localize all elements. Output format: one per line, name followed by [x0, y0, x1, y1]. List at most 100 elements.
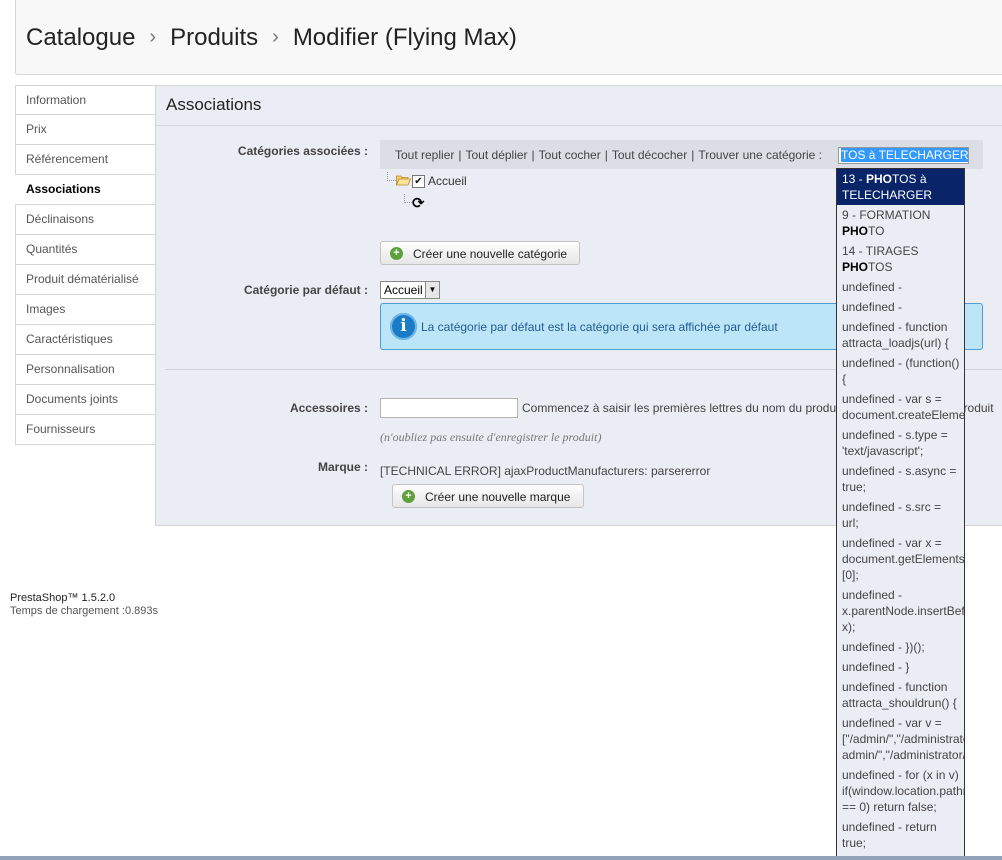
autocomplete-item-text: undefined -	[842, 280, 903, 294]
brand-label: Marque :	[317, 460, 368, 474]
autocomplete-item[interactable]: 9 - FORMATION PHOTO	[837, 205, 964, 241]
expand-all-link[interactable]: Tout déplier	[466, 148, 528, 162]
create-category-label: Créer une nouvelle catégorie	[413, 247, 568, 261]
autocomplete-item-text: undefined - (function() {	[842, 356, 960, 386]
folder-open-icon[interactable]	[396, 174, 411, 186]
autocomplete-item-text: undefined - }	[842, 660, 910, 674]
tab-referencement[interactable]: Référencement	[15, 145, 156, 175]
tab-personnalisation[interactable]: Personnalisation	[15, 355, 156, 385]
autocomplete-item-match: PHO	[842, 224, 869, 238]
tab-prix[interactable]: Prix	[15, 115, 156, 145]
category-autocomplete-list: 13 - PHOTOS à TELECHARGER 9 - FORMATION P…	[836, 168, 965, 860]
breadcrumb-produits[interactable]: Produits	[170, 24, 258, 52]
category-checkbox-accueil[interactable]: ✔	[412, 175, 425, 188]
tab-images[interactable]: Images	[15, 295, 156, 325]
find-category-input[interactable]: TOS à TELECHARGER	[838, 147, 969, 164]
autocomplete-item-text: 9 - FORMATION	[842, 208, 931, 222]
tab-information[interactable]: Information	[15, 85, 156, 115]
dropdown-arrow-icon[interactable]: ▼	[425, 282, 439, 298]
autocomplete-item[interactable]: undefined - var v = ["/admin/","/adminis…	[837, 713, 964, 765]
footer-version: PrestaShop™ 1.5.2.0	[10, 592, 116, 604]
autocomplete-item-text: undefined - s.src = url;	[842, 500, 942, 530]
breadcrumb-separator-icon: ›	[272, 25, 279, 48]
tab-associations[interactable]: Associations	[15, 175, 156, 205]
autocomplete-item[interactable]: 13 - PHOTOS à TELECHARGER	[837, 169, 964, 205]
brand-error-text: [TECHNICAL ERROR] ajaxProductManufacture…	[380, 464, 711, 478]
autocomplete-item[interactable]: undefined - s.src = url;	[837, 497, 964, 533]
autocomplete-item[interactable]: undefined -	[837, 277, 964, 297]
autocomplete-item-rest: TOS	[868, 260, 893, 274]
uncheck-all-link[interactable]: Tout décocher	[612, 148, 687, 162]
autocomplete-item-text: undefined - function attracta_shouldrun(…	[842, 680, 957, 710]
autocomplete-item[interactable]: undefined - return true;	[837, 817, 964, 853]
info-icon: i	[390, 313, 417, 340]
breadcrumb-catalogue[interactable]: Catalogue	[26, 24, 135, 52]
autocomplete-item[interactable]: 14 - TIRAGES PHOTOS	[837, 241, 964, 277]
autocomplete-item-text: undefined - var s = document.createEleme…	[842, 392, 965, 422]
add-icon: +	[402, 490, 415, 503]
collapse-all-link[interactable]: Tout replier	[395, 148, 454, 162]
autocomplete-item-text: undefined - s.type = 'text/javascript';	[842, 428, 948, 458]
tab-quantites[interactable]: Quantités	[15, 235, 156, 265]
autocomplete-item-text: undefined - function attracta_loadjs(url…	[842, 320, 949, 350]
autocomplete-item-text: undefined - s.async = true;	[842, 464, 957, 494]
autocomplete-item-match: PHO	[866, 172, 893, 186]
autocomplete-item[interactable]: undefined - })();	[837, 637, 964, 657]
create-brand-button[interactable]: + Créer une nouvelle marque	[392, 484, 584, 508]
autocomplete-item-match: PHO	[842, 260, 869, 274]
autocomplete-item-text: undefined - var v = ["/admin/","/adminis…	[842, 716, 964, 762]
default-category-value: Accueil	[384, 283, 423, 297]
taskbar-strip	[0, 856, 1002, 860]
autocomplete-item[interactable]: undefined - s.type = 'text/javascript';	[837, 425, 964, 461]
footer: PrestaShop™ 1.5.2.0 Temps de chargement …	[10, 592, 158, 618]
accessories-input[interactable]	[380, 398, 518, 418]
autocomplete-item-text: undefined - for (x in v) if(window.locat…	[842, 768, 964, 814]
autocomplete-item[interactable]: undefined - var s = document.createEleme…	[837, 389, 964, 425]
autocomplete-item[interactable]: undefined - x.parentNode.insertBefore(s,…	[837, 585, 964, 637]
autocomplete-item-text: undefined -	[842, 300, 903, 314]
tab-documents-joints[interactable]: Documents joints	[15, 385, 156, 415]
breadcrumb-current: Modifier (Flying Max)	[292, 24, 517, 51]
categories-label: Catégories associées :	[237, 144, 368, 158]
footer-load-time: Temps de chargement :0.893s	[10, 605, 158, 617]
autocomplete-item-text: undefined - x.parentNode.insertBefore(s,…	[842, 588, 965, 634]
product-tabs: Information Prix Référencement Associati…	[15, 85, 156, 445]
autocomplete-item[interactable]: undefined - for (x in v) if(window.locat…	[837, 765, 964, 817]
tree-connector	[387, 172, 396, 181]
autocomplete-item-text: undefined - var x = document.getElements…	[842, 536, 965, 582]
autocomplete-item-rest: TO	[868, 224, 885, 238]
page-header: Catalogue › Produits › Modifier (Flying …	[15, 0, 1002, 75]
tab-caracteristiques[interactable]: Caractéristiques	[15, 325, 156, 355]
save-reminder-note: (n'oubliez pas ensuite d'enregistrer le …	[380, 430, 602, 444]
tree-connector	[404, 194, 412, 203]
check-all-link[interactable]: Tout cocher	[539, 148, 601, 162]
tab-declinaisons[interactable]: Déclinaisons	[15, 205, 156, 235]
autocomplete-item[interactable]: undefined -	[837, 297, 964, 317]
autocomplete-item[interactable]: undefined - s.async = true;	[837, 461, 964, 497]
autocomplete-item-text: undefined - })();	[842, 640, 925, 654]
find-category-label: Trouver une catégorie :	[698, 148, 822, 162]
info-text: La catégorie par défaut est la catégorie…	[421, 320, 778, 334]
autocomplete-item-text: 14 - TIRAGES	[842, 244, 919, 258]
add-icon: +	[390, 247, 403, 260]
find-category-value: TOS à TELECHARGER	[841, 148, 969, 162]
check-icon: ✔	[414, 176, 423, 187]
create-brand-label: Créer une nouvelle marque	[425, 490, 571, 504]
tab-fournisseurs[interactable]: Fournisseurs	[15, 415, 156, 445]
default-category-label: Catégorie par défaut :	[243, 283, 368, 297]
autocomplete-item-text: 13 -	[842, 172, 867, 186]
default-category-select[interactable]: Accueil ▼	[380, 281, 440, 299]
autocomplete-item[interactable]: undefined - var x = document.getElements…	[837, 533, 964, 585]
autocomplete-item[interactable]: undefined - (function() {	[837, 353, 964, 389]
tree-root-label: Accueil	[428, 174, 467, 188]
breadcrumb: Catalogue › Produits › Modifier (Flying …	[26, 24, 517, 52]
accessories-label: Accessoires :	[289, 401, 368, 415]
refresh-icon[interactable]: ⟳	[412, 196, 428, 212]
create-category-button[interactable]: + Créer une nouvelle catégorie	[380, 241, 580, 265]
autocomplete-item[interactable]: undefined - function attracta_shouldrun(…	[837, 677, 964, 713]
autocomplete-item-text: undefined - return true;	[842, 820, 937, 850]
tab-produit-dematerialise[interactable]: Produit dématérialisé	[15, 265, 156, 295]
panel-title: Associations	[156, 86, 1002, 126]
autocomplete-item[interactable]: undefined - }	[837, 657, 964, 677]
autocomplete-item[interactable]: undefined - function attracta_loadjs(url…	[837, 317, 964, 353]
